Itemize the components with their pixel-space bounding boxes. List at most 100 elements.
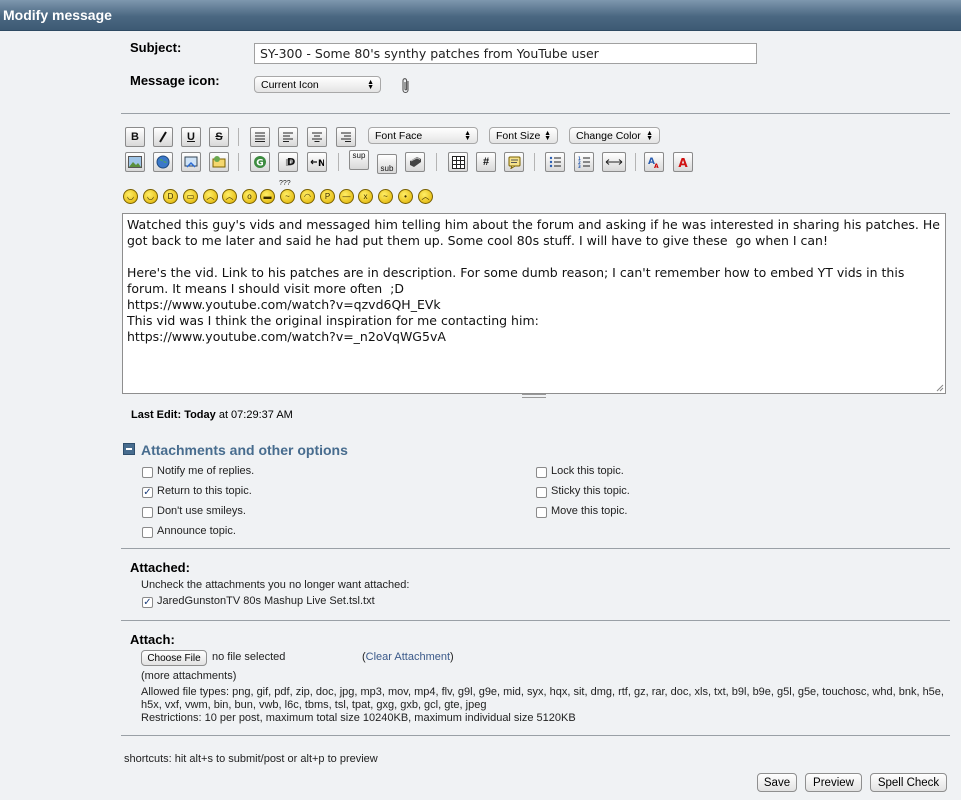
- numbered-list-button[interactable]: 123: [574, 152, 594, 172]
- clear-paren-close: ): [450, 651, 454, 663]
- collapse-toggle[interactable]: [123, 443, 135, 455]
- choose-file-button[interactable]: Choose File: [141, 650, 207, 666]
- kiss-icon[interactable]: •: [398, 189, 413, 204]
- notify-label: Notify me of replies.: [157, 465, 255, 477]
- italic-icon: [159, 131, 167, 143]
- huh-marks: ???: [279, 180, 291, 187]
- toolbar-separator: [436, 153, 437, 171]
- bullet-list-button[interactable]: [545, 152, 565, 172]
- sad-icon[interactable]: ︿: [222, 189, 237, 204]
- strikethrough-button[interactable]: S: [209, 127, 229, 147]
- font-size-select[interactable]: Font Size ▲ ▼: [489, 127, 558, 144]
- insert-code-button[interactable]: #: [476, 152, 496, 172]
- preview-button[interactable]: Preview: [805, 773, 862, 792]
- typewriter-icon: [409, 157, 421, 167]
- align-center-icon: [312, 132, 322, 142]
- svg-text:A: A: [654, 163, 659, 169]
- no-file-text: no file selected: [212, 651, 286, 663]
- insert-ftp-button[interactable]: [181, 152, 201, 172]
- pre-button[interactable]: [250, 127, 270, 147]
- spell-check-button[interactable]: Spell Check: [870, 773, 947, 792]
- attached-hint: Uncheck the attachments you no longer wa…: [141, 579, 410, 591]
- resize-corner-icon[interactable]: [935, 383, 944, 392]
- insert-table-button[interactable]: [448, 152, 468, 172]
- minus-icon: [126, 448, 132, 450]
- change-color-select[interactable]: Change Color ▲ ▼: [569, 127, 660, 144]
- cry-icon[interactable]: ︿: [418, 189, 433, 204]
- restrictions-text: Restrictions: 10 per post, maximum total…: [141, 712, 576, 724]
- attached-file-checkbox[interactable]: ✓: [142, 597, 153, 608]
- smiley-icon[interactable]: ◡: [123, 189, 138, 204]
- font-face-select[interactable]: Font Face ▲ ▼: [368, 127, 478, 144]
- no-smileys-checkbox[interactable]: [142, 507, 153, 518]
- insert-flash-button[interactable]: [209, 152, 229, 172]
- font-color-icon: A: [678, 156, 688, 169]
- notify-checkbox[interactable]: [142, 467, 153, 478]
- numbered-list-icon: 123: [578, 156, 590, 168]
- align-left-button[interactable]: [278, 127, 298, 147]
- horizontal-rule-icon: [605, 159, 623, 165]
- preformatted-icon: [255, 132, 265, 142]
- insert-image-button[interactable]: [125, 152, 145, 172]
- textarea-resize-grip[interactable]: [522, 394, 546, 398]
- no-smileys-label: Don't use smileys.: [157, 505, 246, 517]
- toolbar-separator: [238, 153, 239, 171]
- italic-button[interactable]: [153, 127, 173, 147]
- change-color-label: Change Color: [576, 129, 641, 142]
- subject-input[interactable]: [254, 43, 757, 64]
- tongue-icon[interactable]: P: [320, 189, 335, 204]
- subject-label: Subject:: [130, 40, 182, 55]
- clear-attachment-link[interactable]: Clear Attachment: [366, 651, 450, 663]
- subscript-button[interactable]: sub: [377, 154, 397, 174]
- announce-checkbox[interactable]: [142, 527, 153, 538]
- font-resize-icon: AA: [648, 157, 659, 169]
- undecided-icon[interactable]: ~: [378, 189, 393, 204]
- allowed-file-types: Allowed file types: png, gif, pdf, zip, …: [141, 686, 944, 711]
- insert-link-button[interactable]: [153, 152, 173, 172]
- sticky-checkbox[interactable]: [536, 487, 547, 498]
- insert-quote-button[interactable]: [504, 152, 524, 172]
- attach-title: Attach:: [130, 632, 175, 647]
- message-icon-select[interactable]: Current Icon ▲ ▼: [254, 76, 381, 93]
- message-textarea[interactable]: Watched this guy's vids and messaged him…: [122, 213, 946, 394]
- wink-icon[interactable]: ◡: [143, 189, 158, 204]
- move-checkbox[interactable]: [536, 507, 547, 518]
- underline-button[interactable]: U: [181, 127, 201, 147]
- rolleyes-icon[interactable]: ◠: [300, 189, 315, 204]
- huh-icon[interactable]: ~: [280, 189, 295, 204]
- align-center-button[interactable]: [307, 127, 327, 147]
- lipsrsealed-icon[interactable]: x: [358, 189, 373, 204]
- superscript-button[interactable]: sup: [349, 150, 369, 170]
- last-edit-line: Last Edit: Today at 07:29:37 AM: [131, 409, 293, 421]
- angry-icon[interactable]: ︿: [203, 189, 218, 204]
- align-right-button[interactable]: [336, 127, 356, 147]
- font-size-label: Font Size: [496, 129, 541, 142]
- cheesy-icon[interactable]: D: [163, 189, 178, 204]
- svg-text:3: 3: [578, 164, 581, 168]
- lock-checkbox[interactable]: [536, 467, 547, 478]
- grin-icon[interactable]: ▭: [183, 189, 198, 204]
- shadow-icon: DD: [285, 157, 295, 169]
- return-checkbox[interactable]: ✓: [142, 487, 153, 498]
- cool-icon[interactable]: ▬: [260, 189, 275, 204]
- font-color-button[interactable]: A: [673, 152, 693, 172]
- marquee-button[interactable]: N: [307, 152, 327, 172]
- embarrassed-icon[interactable]: —: [339, 189, 354, 204]
- shadow-button[interactable]: DD: [278, 152, 298, 172]
- image-icon: [128, 156, 142, 168]
- shocked-icon[interactable]: o: [242, 189, 257, 204]
- more-attachments-link[interactable]: (more attachments): [141, 670, 236, 682]
- select-arrows-icon: ▲ ▼: [646, 129, 653, 142]
- options-title[interactable]: Attachments and other options: [141, 442, 348, 458]
- marquee-icon: N: [310, 159, 324, 168]
- horizontal-rule-button[interactable]: [602, 152, 626, 172]
- font-size-change-button[interactable]: AA: [644, 152, 664, 172]
- toolbar-separator: [338, 153, 339, 171]
- divider-attach: [121, 735, 950, 736]
- divider-options: [121, 548, 950, 549]
- teletype-button[interactable]: [405, 152, 425, 172]
- bold-button[interactable]: B: [125, 127, 145, 147]
- glow-button[interactable]: G: [250, 152, 270, 172]
- save-button[interactable]: Save: [757, 773, 797, 792]
- select-arrows-icon: ▲ ▼: [367, 78, 374, 91]
